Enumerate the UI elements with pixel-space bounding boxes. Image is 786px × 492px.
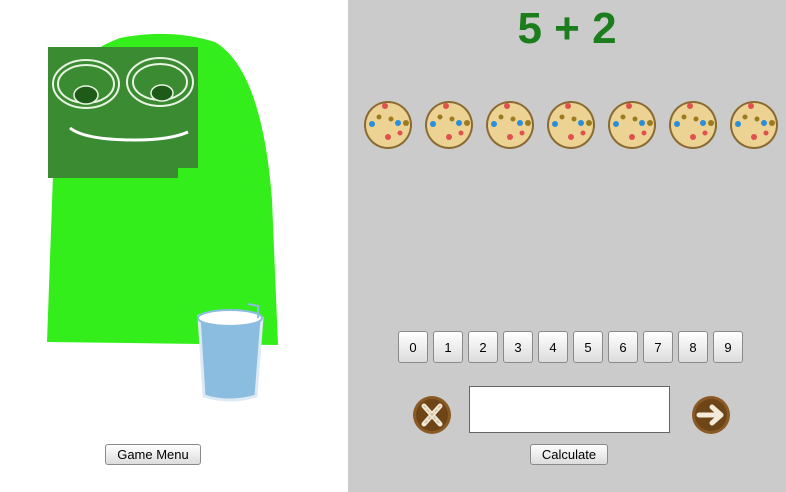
cookie-icon xyxy=(423,99,475,151)
submit-arrow-button[interactable] xyxy=(691,395,731,435)
digit-button-5[interactable]: 5 xyxy=(573,331,603,363)
digit-button-3[interactable]: 3 xyxy=(503,331,533,363)
cookie-icon xyxy=(667,99,719,151)
problem-text: 5 + 2 xyxy=(517,4,617,53)
cookie-icon xyxy=(484,99,536,151)
milk-glass xyxy=(197,303,264,402)
cookie-icon xyxy=(545,99,597,151)
cookie-icon xyxy=(606,99,658,151)
digit-button-7[interactable]: 7 xyxy=(643,331,673,363)
monster-panel: Game Menu xyxy=(0,0,348,492)
cookie-icon xyxy=(728,99,780,151)
calculate-button[interactable]: Calculate xyxy=(530,444,608,465)
cookie-monster xyxy=(47,33,278,402)
cookie-icon xyxy=(362,99,414,151)
arrow-cookie-icon xyxy=(692,396,730,434)
digit-button-0[interactable]: 0 xyxy=(398,331,428,363)
digit-button-2[interactable]: 2 xyxy=(468,331,498,363)
math-panel: 5 + 2 0123456789 Calculate xyxy=(348,0,786,492)
digit-button-1[interactable]: 1 xyxy=(433,331,463,363)
clear-button[interactable] xyxy=(412,395,452,435)
game-menu-button[interactable]: Game Menu xyxy=(105,444,201,465)
x-cookie-icon xyxy=(413,396,451,434)
digit-button-4[interactable]: 4 xyxy=(538,331,568,363)
answer-input[interactable] xyxy=(469,386,670,433)
digit-button-9[interactable]: 9 xyxy=(713,331,743,363)
digit-button-8[interactable]: 8 xyxy=(678,331,708,363)
digit-button-6[interactable]: 6 xyxy=(608,331,638,363)
